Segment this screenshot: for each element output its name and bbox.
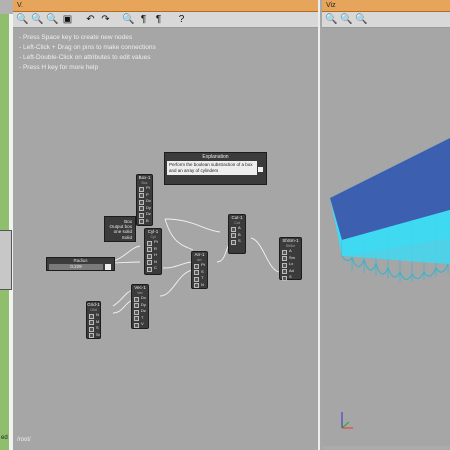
node-pin[interactable]: Sr [87, 332, 100, 339]
viz-viewport[interactable] [322, 28, 450, 446]
zoom-fit-icon[interactable]: 🔍 [325, 13, 338, 26]
node-pin[interactable]: C [145, 265, 161, 272]
zoom-out-icon[interactable]: 🔍 [355, 13, 368, 26]
viz-panel[interactable]: Viz 🔍 🔍 🔍 [322, 0, 450, 450]
connection-wires [100, 218, 281, 314]
array-node[interactable]: Arr-1 Arr Pt S T N [191, 251, 208, 289]
left-panel-label: ed [1, 435, 8, 441]
box-node[interactable]: Box-1 Box Pt P Dx Dy Dz B [136, 174, 153, 226]
viz-panel-title: Viz [322, 0, 450, 12]
grid-node[interactable]: Grid-1 Grid N M S Sr [86, 301, 101, 339]
note-body[interactable]: Perform the boolean substraction of a bo… [167, 161, 257, 175]
zoom-in-icon[interactable]: 🔍 [340, 13, 353, 26]
node-pin[interactable]: S [280, 274, 301, 281]
note-checkbox[interactable] [258, 167, 263, 172]
node-pin[interactable]: V [132, 321, 148, 328]
tooltip-line: Solid [121, 234, 132, 240]
node-pin[interactable]: B [137, 218, 152, 225]
status-path: /root/ [17, 437, 31, 443]
left-panel-cube [0, 230, 12, 290]
axis-gizmo [341, 412, 353, 429]
vector-node[interactable]: Vec-1 Vec Dx Dy Dz T V [131, 284, 149, 329]
explanation-note[interactable]: Explanation Perform the boolean substrac… [164, 152, 267, 185]
radius-value[interactable]: 0.229 [49, 264, 103, 270]
viz-toolbar: 🔍 🔍 🔍 [322, 12, 450, 28]
radius-checkbox[interactable] [105, 264, 111, 270]
shape-node[interactable]: ShSm-1 ShSm A Sm Lx Ad S [279, 237, 302, 281]
graph-panel[interactable]: V. 🔍 🔍 🔍 ▣ ↶ ↷ 🔍 ¶ ¶? - Press Space key to creat… [13, 0, 320, 450]
note-title: Explanation [202, 154, 229, 160]
cut-shape-3d [330, 138, 450, 282]
viz-bottom-bar [322, 446, 450, 450]
node-pin[interactable]: N [192, 282, 207, 289]
radius-slider-node[interactable]: Radius 0.229 [46, 257, 115, 271]
left-panel: ed [0, 0, 13, 450]
cut-node[interactable]: Cut-1 Cut A B S [228, 214, 246, 254]
node-pin[interactable]: S [229, 238, 245, 245]
node-tooltip: Box Output box one solid Solid [104, 216, 136, 242]
cylinder-node[interactable]: Cyl-1 Cyl Pt R H N C [144, 228, 162, 275]
